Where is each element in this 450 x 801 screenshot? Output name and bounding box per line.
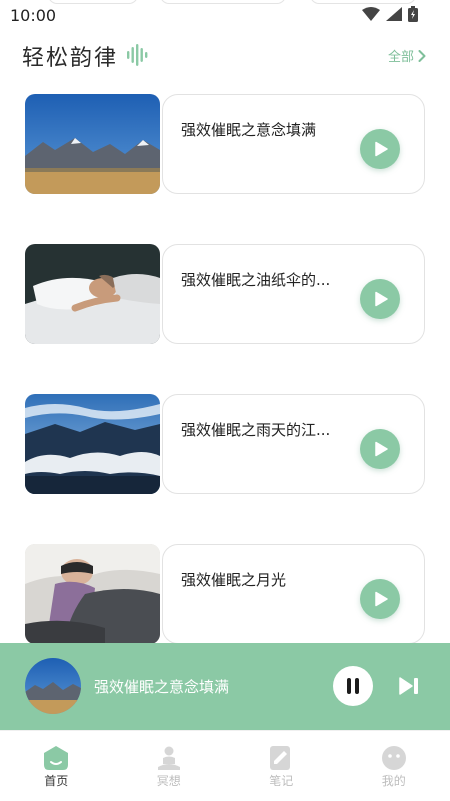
nav-label: 我的 [338, 772, 450, 789]
play-button[interactable] [360, 429, 400, 469]
track-card-body: 强效催眠之意念填满 [162, 94, 425, 194]
nav-item-home[interactable]: 首页 [0, 731, 113, 801]
skip-next-icon[interactable] [399, 676, 419, 696]
play-button[interactable] [360, 129, 400, 169]
status-time: 10:00 [10, 6, 56, 25]
home-icon [43, 745, 69, 771]
meditation-icon [156, 745, 182, 771]
previous-section-card-edge [310, 0, 416, 4]
track-card[interactable]: 强效催眠之月光 [25, 544, 425, 644]
section-title: 轻松韵律 [22, 40, 118, 72]
track-thumbnail-mountains [25, 94, 160, 194]
status-icons [362, 6, 418, 22]
track-title: 强效催眠之月光 [181, 569, 286, 590]
track-title: 强效催眠之意念填满 [181, 119, 316, 140]
track-card-body: 强效催眠之雨天的江... [162, 394, 425, 494]
track-card[interactable]: 强效催眠之雨天的江... [25, 394, 425, 494]
now-playing-title: 强效催眠之意念填满 [94, 676, 229, 697]
track-thumbnail-sleeping-woman [25, 544, 160, 644]
play-icon [373, 591, 389, 607]
play-icon [373, 141, 389, 157]
track-card-body: 强效催眠之油纸伞的... [162, 244, 425, 344]
track-title: 强效催眠之雨天的江... [181, 419, 330, 440]
status-bar: 10:00 [0, 0, 450, 32]
nav-label: 冥想 [113, 772, 226, 789]
see-all-label: 全部 [388, 46, 414, 65]
nav-item-notes[interactable]: 笔记 [225, 731, 338, 801]
sound-wave-icon [126, 44, 148, 66]
play-button[interactable] [360, 279, 400, 319]
track-thumbnail-sleeping-man [25, 244, 160, 344]
previous-section-card-edge [160, 0, 286, 4]
pause-icon [347, 678, 351, 694]
bottom-nav: 首页 冥想 笔记 我的 [0, 730, 450, 801]
note-icon [268, 745, 294, 771]
track-card[interactable]: 强效催眠之油纸伞的... [25, 244, 425, 344]
previous-section-card-edge [48, 0, 138, 4]
play-button[interactable] [360, 579, 400, 619]
pause-button[interactable] [333, 666, 373, 706]
chevron-right-icon [418, 50, 426, 62]
battery-icon [408, 6, 418, 22]
track-thumbnail-cloud-sea [25, 394, 160, 494]
pause-icon [355, 678, 359, 694]
nav-item-meditation[interactable]: 冥想 [113, 731, 226, 801]
nav-item-profile[interactable]: 我的 [338, 731, 450, 801]
play-icon [373, 291, 389, 307]
nav-label: 首页 [0, 772, 113, 789]
signal-icon [386, 7, 402, 21]
track-title: 强效催眠之油纸伞的... [181, 269, 330, 290]
nav-label: 笔记 [225, 772, 338, 789]
now-playing-artwork [25, 658, 81, 714]
mini-player[interactable]: 强效催眠之意念填满 [0, 643, 450, 730]
track-card[interactable]: 强效催眠之意念填满 [25, 94, 425, 194]
play-icon [373, 441, 389, 457]
profile-icon [381, 745, 407, 771]
track-card-body: 强效催眠之月光 [162, 544, 425, 644]
wifi-icon [362, 7, 380, 21]
see-all-link[interactable]: 全部 [388, 46, 426, 65]
